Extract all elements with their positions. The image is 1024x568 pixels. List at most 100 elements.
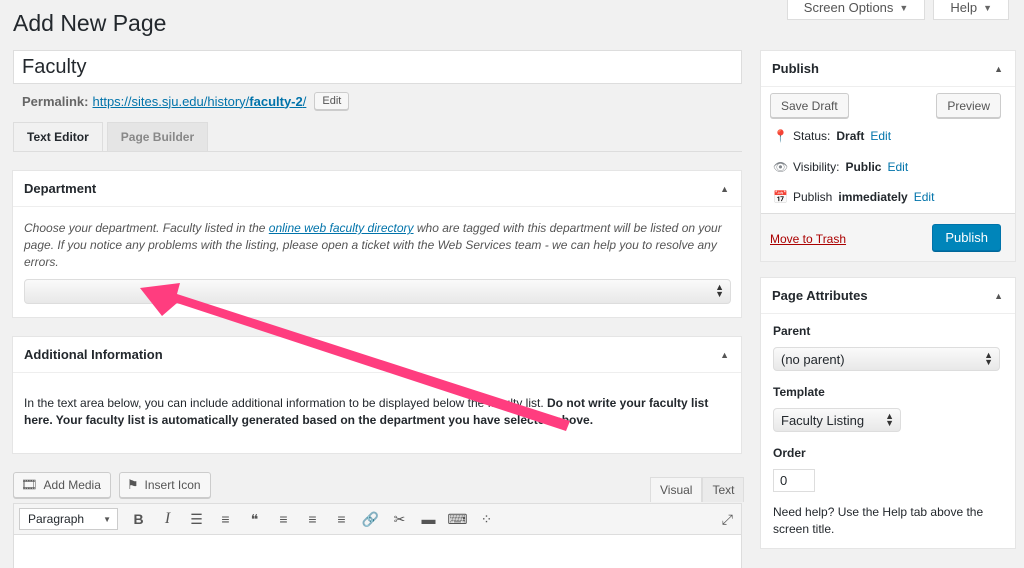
add-media-label: Add Media	[43, 478, 101, 492]
order-input[interactable]: 0	[773, 469, 815, 492]
media-icon: 🎞	[21, 477, 38, 492]
move-to-trash-link[interactable]: Move to Trash	[770, 232, 846, 246]
template-select[interactable]: Faculty Listing ▲ ▼	[773, 408, 901, 432]
format-select[interactable]: Paragraph ▼	[19, 508, 118, 530]
page-attributes-title: Page Attributes	[772, 288, 868, 303]
department-header[interactable]: Department ▲	[13, 171, 741, 207]
permalink-base: https://sites.sju.edu/history/	[92, 93, 250, 109]
editor-mode-tabs: Text Editor Page Builder	[13, 122, 212, 152]
fullscreen-icon[interactable]: ⤢	[722, 511, 733, 528]
select-arrows-icon: ▲ ▼	[885, 411, 894, 428]
tab-text-editor[interactable]: Text Editor	[13, 122, 103, 152]
align-left-icon[interactable]: ≡	[269, 511, 298, 527]
blockquote-icon[interactable]: ❝	[240, 511, 269, 528]
status-row: 📍 Status: Draft Edit	[773, 129, 891, 143]
permalink-trailing: /	[302, 93, 307, 109]
publish-metabox: Publish ▲ Save Draft Preview 📍 Status: D…	[760, 50, 1016, 262]
schedule-label: Publish	[793, 190, 833, 204]
department-metabox: Department ▲ Choose your department. Fac…	[12, 170, 742, 318]
calendar-icon: 📅	[773, 190, 788, 204]
status-value: Draft	[836, 129, 865, 143]
italic-icon[interactable]: I	[153, 510, 182, 528]
publish-button[interactable]: Publish	[932, 224, 1001, 251]
read-more-icon[interactable]: ▬	[414, 511, 443, 527]
page-attributes-help: Need help? Use the Help tab above the sc…	[773, 505, 984, 536]
schedule-edit-link[interactable]: Edit	[914, 190, 935, 204]
page-attributes-metabox: Page Attributes ▲ Parent (no parent) ▲ ▼ …	[760, 277, 1016, 549]
faculty-directory-link[interactable]: online web faculty directory	[269, 221, 414, 235]
template-label: Template	[773, 385, 825, 399]
select-arrows-icon: ▲ ▼	[715, 282, 724, 299]
parent-select-value: (no parent)	[781, 351, 845, 367]
screen-options-label: Screen Options	[803, 0, 894, 15]
parent-select[interactable]: (no parent) ▲ ▼	[773, 347, 1000, 371]
link-icon[interactable]: 🔗	[356, 511, 385, 528]
screen-meta-links: Screen Options ▼ Help ▼	[786, 0, 1009, 20]
editor-view-tabs: Visual Text	[650, 477, 745, 502]
visibility-edit-link[interactable]: Edit	[887, 160, 908, 174]
media-buttons: 🎞 Add Media ⚑ Insert Icon	[13, 472, 211, 498]
page-attributes-header[interactable]: Page Attributes ▲	[761, 278, 1015, 314]
editor-toolbar: Paragraph ▼ B I ☰ ≡ ❝ ≡ ≡ ≡ 🔗 ✂ ▬ ⌨ ⁘ ⤢	[13, 503, 742, 535]
tab-page-builder[interactable]: Page Builder	[106, 122, 209, 152]
more-icon[interactable]: ⁘	[472, 511, 501, 528]
screen-options-button[interactable]: Screen Options ▼	[786, 0, 926, 20]
additional-info-text: In the text area below, you can include …	[13, 373, 741, 429]
permalink-slug: faculty-2	[249, 93, 303, 109]
help-label: Help	[950, 0, 978, 15]
visibility-value: Public	[845, 160, 882, 174]
collapse-arrow-icon[interactable]: ▲	[720, 350, 729, 360]
department-desc-text: Choose your department. Faculty listed i…	[24, 221, 269, 235]
additional-info-title: Additional Information	[24, 347, 163, 362]
publish-title: Publish	[772, 61, 819, 76]
additional-info-metabox: Additional Information ▲ In the text are…	[12, 336, 742, 454]
department-select[interactable]: ▲ ▼	[24, 279, 731, 304]
tab-visual[interactable]: Visual	[650, 477, 703, 502]
permalink-label: Permalink:	[22, 93, 89, 109]
order-label: Order	[773, 446, 806, 460]
caret-down-icon: ▼	[983, 2, 992, 13]
chevron-down-icon: ▼	[103, 514, 111, 524]
parent-label: Parent	[773, 324, 811, 338]
post-title-input[interactable]: Faculty	[13, 50, 742, 84]
department-description: Choose your department. Faculty listed i…	[13, 207, 741, 271]
permalink-edit-button[interactable]: Edit	[314, 92, 350, 110]
select-arrows-icon: ▲ ▼	[984, 350, 993, 367]
help-button[interactable]: Help ▼	[933, 0, 1009, 20]
schedule-row: 📅 Publish immediately Edit	[773, 190, 934, 204]
pin-icon: 📍	[773, 129, 788, 143]
add-media-button[interactable]: 🎞 Add Media	[13, 472, 111, 498]
numbered-list-icon[interactable]: ≡	[211, 511, 240, 527]
additional-info-header[interactable]: Additional Information ▲	[13, 337, 741, 373]
align-right-icon[interactable]: ≡	[327, 511, 356, 527]
eye-icon: 👁	[773, 160, 789, 174]
unlink-icon[interactable]: ✂	[385, 511, 414, 528]
insert-icon-label: Insert Icon	[144, 478, 201, 492]
collapse-arrow-icon[interactable]: ▲	[994, 291, 1003, 301]
permalink-link[interactable]: https://sites.sju.edu/history/faculty-2/	[92, 94, 306, 109]
bold-icon[interactable]: B	[124, 511, 153, 527]
editor-content-area[interactable]	[13, 535, 742, 568]
align-center-icon[interactable]: ≡	[298, 511, 327, 527]
schedule-value: immediately	[838, 190, 908, 204]
tab-text[interactable]: Text	[702, 477, 745, 502]
page-title: Add New Page	[13, 10, 167, 36]
visibility-label: Visibility:	[793, 160, 840, 174]
bullet-list-icon[interactable]: ☰	[182, 511, 211, 528]
status-edit-link[interactable]: Edit	[870, 129, 891, 143]
toolbar-toggle-icon[interactable]: ⌨	[443, 511, 472, 528]
flag-icon: ⚑	[126, 477, 139, 492]
collapse-arrow-icon[interactable]: ▲	[994, 64, 1003, 74]
status-label: Status:	[793, 129, 831, 143]
format-select-value: Paragraph	[28, 512, 85, 526]
department-title: Department	[24, 181, 97, 196]
permalink-row: Permalink: https://sites.sju.edu/history…	[22, 92, 350, 110]
tabs-divider	[13, 151, 742, 152]
preview-button[interactable]: Preview	[936, 93, 1001, 118]
template-select-value: Faculty Listing	[781, 412, 865, 428]
save-draft-button[interactable]: Save Draft	[770, 93, 849, 118]
insert-icon-button[interactable]: ⚑ Insert Icon	[118, 472, 211, 498]
publish-actions: Move to Trash Publish	[761, 213, 1015, 261]
publish-header[interactable]: Publish ▲	[761, 51, 1015, 87]
collapse-arrow-icon[interactable]: ▲	[720, 184, 729, 194]
